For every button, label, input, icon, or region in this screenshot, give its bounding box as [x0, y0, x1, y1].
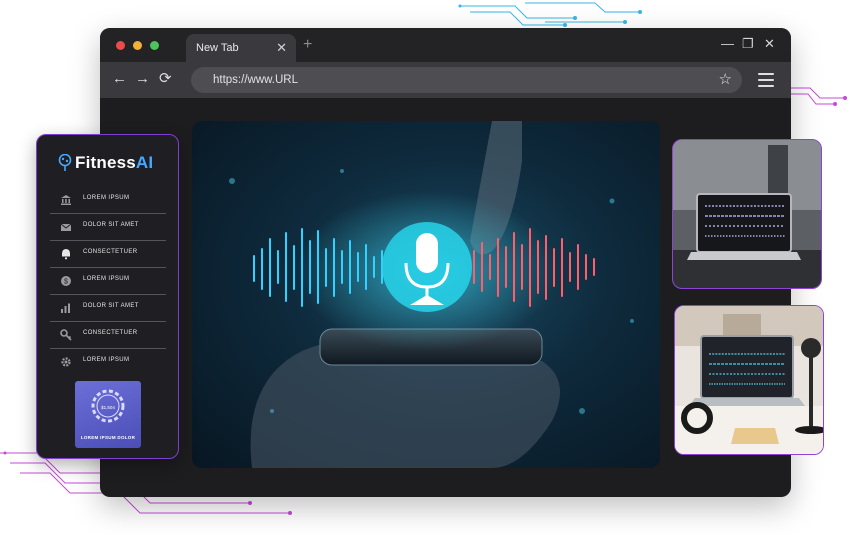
restore-icon[interactable]: ❐ [742, 36, 754, 52]
laptop-audio-photo [672, 139, 822, 289]
sidebar-nav: LOREM IPSUM DOLOR SIT AMET CONSECTETUER … [50, 187, 166, 376]
sidebar-item-label: LOREM IPSUM [83, 276, 130, 282]
tab-close-icon[interactable]: ✕ [276, 34, 287, 62]
brain-logo-icon [58, 154, 72, 171]
sidebar-item-label: LOREM IPSUM [83, 195, 130, 201]
forward-icon[interactable]: → [135, 70, 150, 87]
sidebar-item-label: CONSECTETUER [83, 330, 138, 336]
logo-text-accent: AI [135, 153, 154, 172]
tab-new-tab[interactable]: New Tab ✕ [186, 34, 296, 62]
sidebar-card: FitnessAI LOREM IPSUM DOLOR SIT AMET CON… [36, 134, 179, 459]
microphone-icon [382, 222, 472, 312]
sidebar-item-lorem-ipsum-3[interactable]: LOREM IPSUM [50, 349, 166, 376]
key-icon [60, 329, 72, 341]
podcast-desk-illustration [675, 306, 823, 454]
laptop-audio-illustration [673, 140, 821, 288]
sidebar-item-dolor-sit-amet-2[interactable]: DOLOR SIT AMET [50, 295, 166, 322]
circuit-decoration-right [790, 87, 847, 106]
promo-card[interactable]: $1,504 LOREM IPSUM DOLOR [75, 381, 141, 448]
toolbar: ← → ⟳ https://www.URL ☆ [100, 62, 791, 98]
reload-icon[interactable]: ⟳ [159, 69, 172, 87]
sidebar-item-label: DOLOR SIT AMET [83, 222, 139, 228]
sidebar-item-lorem-ipsum-2[interactable]: $ LOREM IPSUM [50, 268, 166, 295]
sidebar-item-label: CONSECTETUER [83, 249, 138, 255]
new-tab-button[interactable]: + [303, 36, 312, 54]
sidebar-item-consectetuer-2[interactable]: CONSECTETUER [50, 322, 166, 349]
hero-illustration [229, 121, 634, 468]
hero-voice-image [192, 121, 660, 468]
minimize-icon[interactable]: — [721, 36, 734, 51]
bank-icon [61, 195, 71, 205]
window-close-icon[interactable]: ✕ [764, 36, 775, 52]
sidebar-item-lorem-ipsum-1[interactable]: LOREM IPSUM [50, 187, 166, 214]
sidebar-item-dolor-sit-amet-1[interactable]: DOLOR SIT AMET [50, 214, 166, 241]
bell-icon [62, 249, 70, 260]
back-icon[interactable]: ← [112, 70, 127, 87]
minimize-dot[interactable] [133, 41, 142, 50]
promo-label: LOREM IPSUM DOLOR [80, 435, 136, 440]
maximize-dot[interactable] [150, 41, 159, 50]
promo-amount: $1,504 [101, 405, 115, 410]
bookmark-star-icon[interactable]: ☆ [719, 67, 732, 93]
address-bar[interactable]: https://www.URL ☆ [191, 67, 742, 93]
brand-logo: FitnessAI [75, 153, 153, 173]
sidebar-item-label: LOREM IPSUM [83, 357, 130, 363]
sidebar-item-label: DOLOR SIT AMET [83, 303, 139, 309]
hamburger-menu-icon[interactable] [758, 73, 774, 91]
sidebar-item-consectetuer-1[interactable]: CONSECTETUER [50, 241, 166, 268]
logo-text-main: Fitness [75, 153, 136, 172]
gear-icon [61, 357, 71, 367]
bar-chart-icon [61, 303, 70, 313]
stage: New Tab ✕ + — ❐ ✕ ← → ⟳ https://www.URL … [0, 0, 850, 535]
podcast-desk-photo [674, 305, 824, 455]
mail-icon [60, 223, 72, 231]
close-dot[interactable] [116, 41, 125, 50]
tab-title: New Tab [196, 42, 239, 54]
svg-text:$: $ [64, 279, 68, 286]
dollar-icon: $ [61, 276, 71, 286]
url-text: https://www.URL [213, 74, 298, 86]
title-bar: New Tab ✕ + — ❐ ✕ [100, 28, 791, 62]
